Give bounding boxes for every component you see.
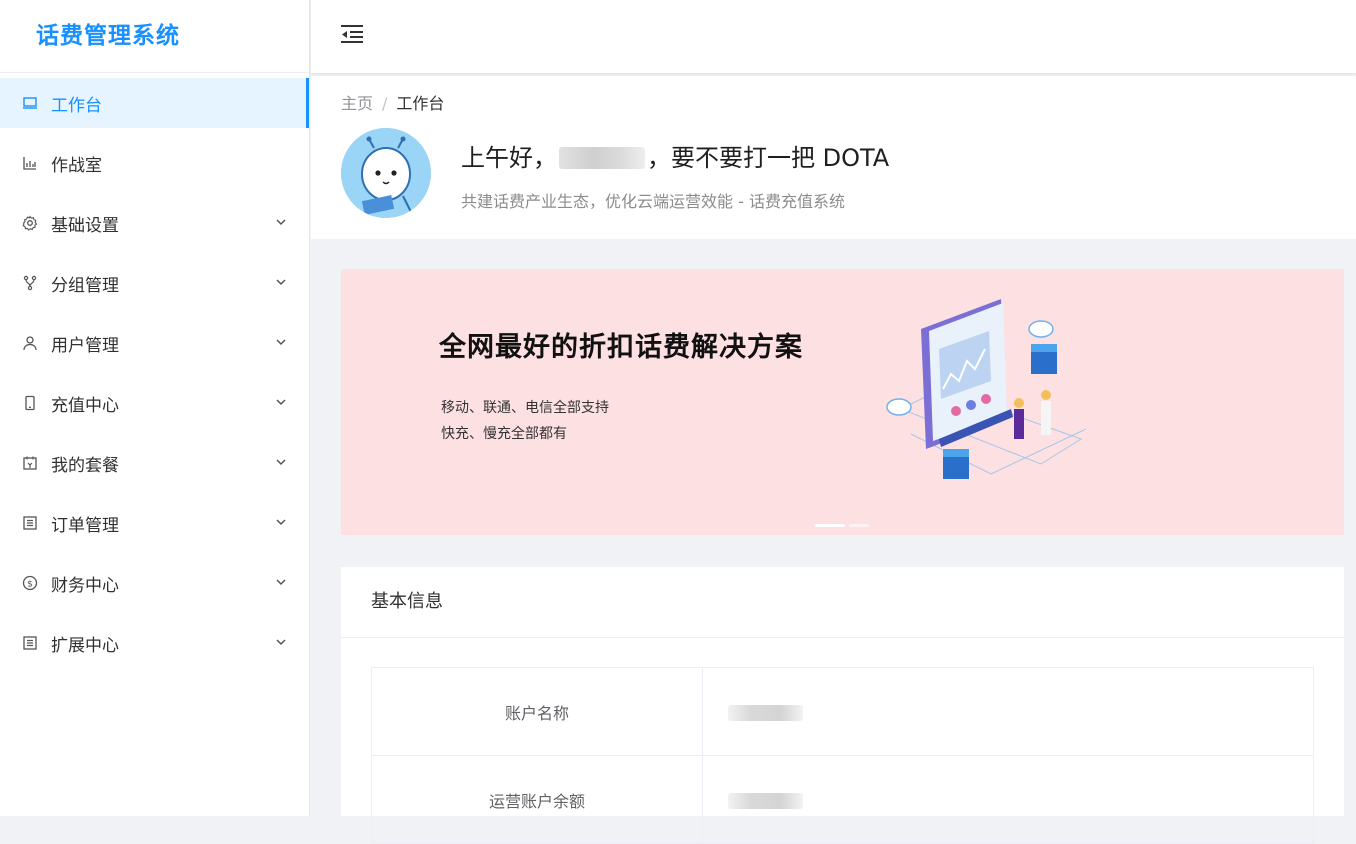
greeting-subtitle: 共建话费产业生态，优化云端运营效能 - 话费充值系统 — [461, 192, 845, 211]
redacted-value — [728, 704, 803, 721]
sidebar-item-label: 扩展中心 — [51, 635, 119, 656]
breadcrumb-home[interactable]: 主页 — [341, 94, 373, 113]
table-row: 运营账户余额 — [371, 755, 1314, 844]
sidebar-item-label: 财务中心 — [51, 575, 119, 596]
greeting-prefix: 上午好， — [461, 144, 557, 172]
account-name-label: 账户名称 — [371, 667, 703, 756]
info-table: 账户名称 运营账户余额 — [371, 667, 1314, 844]
breadcrumb: 主页 / 工作台 — [341, 90, 444, 114]
sidebar-item-label: 工作台 — [51, 95, 102, 116]
sidebar-item-label: 订单管理 — [51, 515, 119, 536]
bar-chart-icon — [20, 153, 40, 173]
calendar-icon — [20, 453, 40, 473]
mobile-icon — [20, 393, 40, 413]
gear-icon — [20, 213, 40, 233]
sidebar-item-group-management[interactable]: 分组管理 — [0, 258, 309, 308]
banner-title: 全网最好的折扣话费解决方案 — [439, 332, 803, 363]
chevron-down-icon — [276, 639, 286, 646]
chevron-down-icon — [276, 519, 286, 526]
greeting-title: 上午好， ，要不要打一把 DOTA — [461, 138, 889, 173]
banner-line-2: 快充、慢充全部都有 — [441, 426, 567, 442]
chevron-down-icon — [276, 339, 286, 346]
laptop-icon — [20, 93, 40, 113]
sidebar-item-label: 分组管理 — [51, 275, 119, 296]
chevron-down-icon — [276, 399, 286, 406]
dollar-icon: $ — [20, 573, 40, 593]
sidebar-item-recharge-center[interactable]: 充值中心 — [0, 378, 309, 428]
sidebar-item-label: 充值中心 — [51, 395, 119, 416]
svg-text:$: $ — [27, 579, 33, 589]
sidebar-item-order-management[interactable]: 订单管理 — [0, 498, 309, 548]
breadcrumb-current: 工作台 — [396, 94, 445, 113]
table-row: 账户名称 — [371, 667, 1314, 756]
sidebar-item-user-management[interactable]: 用户管理 — [0, 318, 309, 368]
sidebar-item-workbench[interactable]: 工作台 — [0, 78, 309, 128]
sidebar-item-label: 用户管理 — [51, 335, 119, 356]
sidebar: 话费管理系统 工作台 作战室 基础设置 分组管理 用户管理 充值中心 我的套餐 … — [0, 0, 310, 816]
sidebar-item-basic-settings[interactable]: 基础设置 — [0, 198, 309, 248]
page-header: 主页 / 工作台 上午好， ，要不要打一把 DOTA 共建话费产业生态，优化云端运营效… — [311, 76, 1356, 239]
chevron-down-icon — [276, 219, 286, 226]
sidebar-item-extension-center[interactable]: 扩展中心 — [0, 618, 309, 668]
chevron-down-icon — [276, 279, 286, 286]
balance-value — [702, 755, 1314, 844]
carousel-dot[interactable] — [849, 524, 869, 527]
sidebar-menu: 工作台 作战室 基础设置 分组管理 用户管理 充值中心 我的套餐 订单管理 $ … — [0, 73, 309, 668]
breadcrumb-separator: / — [382, 94, 388, 113]
basic-info-card: 基本信息 账户名称 运营账户余额 — [341, 567, 1344, 844]
sidebar-item-my-package[interactable]: 我的套餐 — [0, 438, 309, 488]
menu-fold-icon[interactable] — [339, 22, 365, 46]
chevron-down-icon — [276, 579, 286, 586]
carousel-dot-active[interactable] — [815, 524, 845, 527]
banner-line-1: 移动、联通、电信全部支持 — [441, 400, 609, 416]
sidebar-item-label: 我的套餐 — [51, 455, 119, 476]
banner-illustration — [886, 299, 1087, 479]
user-icon — [20, 333, 40, 353]
list-icon — [20, 633, 40, 653]
sidebar-item-label: 基础设置 — [51, 215, 119, 236]
redacted-value — [728, 792, 803, 809]
avatar — [341, 128, 431, 218]
sidebar-item-finance-center[interactable]: $ 财务中心 — [0, 558, 309, 608]
branch-icon — [20, 273, 40, 293]
account-name-value — [702, 667, 1314, 756]
chevron-down-icon — [276, 459, 286, 466]
sidebar-item-war-room[interactable]: 作战室 — [0, 138, 309, 188]
sidebar-item-label: 作战室 — [51, 155, 102, 176]
promo-banner[interactable]: 全网最好的折扣话费解决方案 移动、联通、电信全部支持 快充、慢充全部都有 — [341, 269, 1344, 535]
greeting-suffix: ，要不要打一把 DOTA — [647, 144, 890, 172]
card-title: 基本信息 — [341, 567, 1344, 638]
app-logo-title[interactable]: 话费管理系统 — [0, 0, 309, 73]
list-icon — [20, 513, 40, 533]
balance-label: 运营账户余额 — [371, 755, 703, 844]
top-header — [311, 0, 1356, 73]
username-redacted — [559, 147, 645, 169]
